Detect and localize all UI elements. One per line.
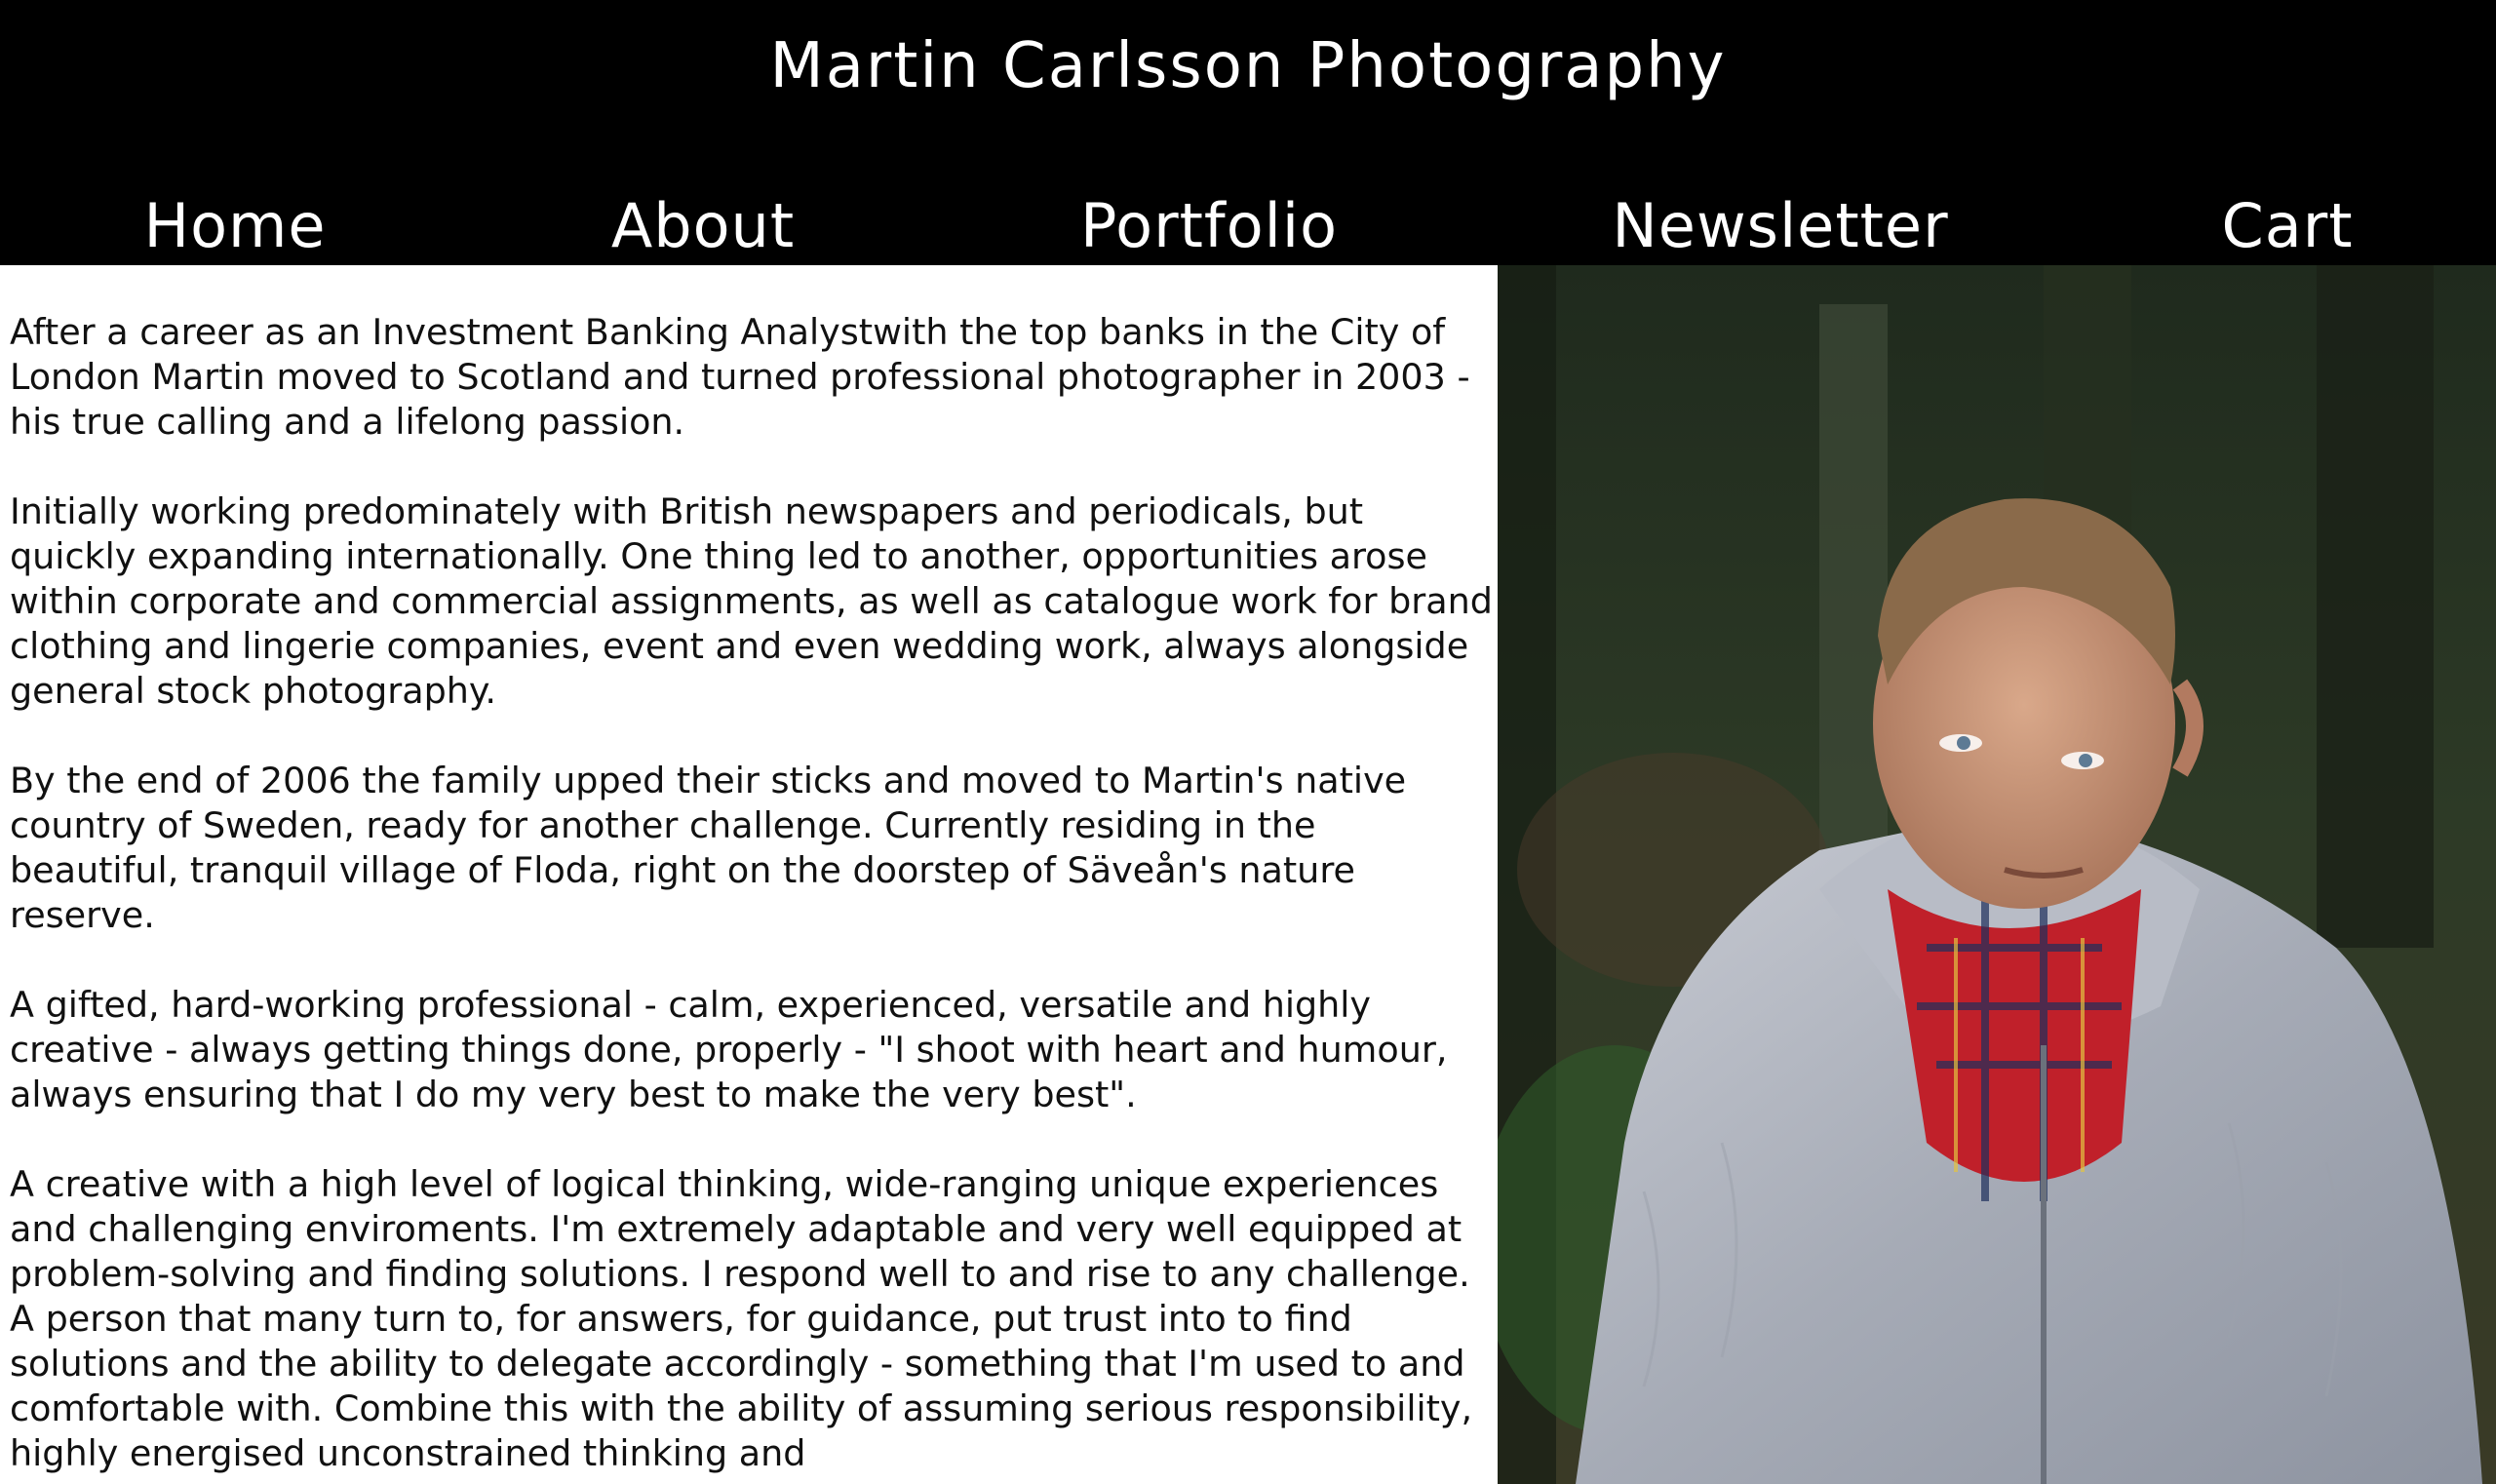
about-content: After a career as an Investment Banking …: [0, 265, 1498, 1484]
nav-about-link[interactable]: About: [611, 187, 795, 265]
nav-cart-link[interactable]: Cart: [2221, 187, 2353, 265]
bio-paragraph: A gifted, hard-working professional - ca…: [10, 984, 1448, 1115]
portrait-image: [1498, 265, 2496, 1484]
site-title: Martin Carlsson Photography: [769, 30, 1727, 102]
main-nav: Home About Portfolio Newsletter Cart: [0, 187, 2496, 265]
bio-paragraph: A creative with a high level of logical …: [10, 1163, 1473, 1474]
nav-newsletter-link[interactable]: Newsletter: [1612, 187, 1948, 265]
nav-home-link[interactable]: Home: [143, 187, 326, 265]
bio-paragraph: By the end of 2006 the family upped thei…: [10, 760, 1407, 936]
bio-text: After a career as an Investment Banking …: [0, 265, 1498, 1476]
site-header: Martin Carlsson Photography Home About P…: [0, 0, 2496, 265]
bio-paragraph: Initially working predominately with Bri…: [10, 490, 1493, 712]
nav-portfolio-link[interactable]: Portfolio: [1080, 187, 1338, 265]
bio-paragraph: After a career as an Investment Banking …: [10, 311, 1470, 443]
portrait-photo: [1498, 265, 2496, 1484]
